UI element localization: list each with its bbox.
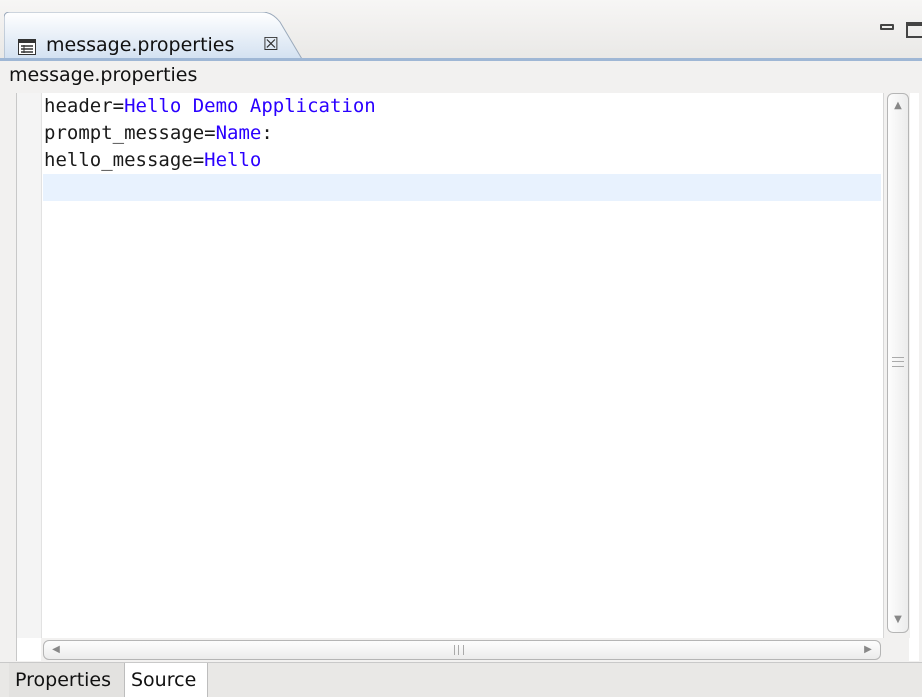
vertical-grip-icon	[892, 357, 904, 367]
editor-tab-message-properties[interactable]: message.properties ☒	[4, 12, 304, 59]
close-icon[interactable]: ☒	[262, 35, 280, 55]
properties-file-icon	[18, 39, 36, 55]
property-value-suffix: :	[261, 122, 273, 144]
scroll-down-arrow-icon[interactable]: ▼	[888, 610, 908, 630]
source-line-4-current[interactable]	[43, 174, 881, 201]
source-line-2[interactable]: prompt_message=Name:	[43, 120, 881, 147]
vertical-scrollbar[interactable]: ▲ ▼	[883, 93, 910, 638]
text-area[interactable]: header=Hello Demo Application prompt_mes…	[43, 93, 881, 638]
view-controls	[880, 22, 922, 40]
minimize-icon[interactable]	[880, 24, 894, 30]
property-key: header	[44, 95, 113, 117]
property-key: hello_message	[44, 149, 193, 171]
tab-source[interactable]: Source	[124, 663, 208, 697]
source-editor[interactable]: header=Hello Demo Application prompt_mes…	[16, 93, 919, 661]
editor-page-tabs: Properties Source	[0, 662, 922, 697]
maximize-icon[interactable]	[906, 22, 922, 38]
property-value: Name	[215, 122, 262, 144]
scroll-up-arrow-icon[interactable]: ▲	[888, 96, 908, 116]
source-line-3[interactable]: hello_message=Hello	[43, 147, 881, 174]
horizontal-grip-icon	[454, 645, 464, 655]
property-separator: =	[204, 122, 216, 144]
scroll-left-arrow-icon[interactable]: ◀	[46, 641, 66, 659]
horizontal-scroll-thumb[interactable]: ◀ ▶	[43, 640, 881, 660]
property-separator: =	[112, 95, 125, 117]
horizontal-scrollbar[interactable]: ◀ ▶	[41, 638, 883, 661]
scroll-right-arrow-icon[interactable]: ▶	[858, 641, 878, 659]
scrollbar-corner	[883, 638, 909, 661]
vertical-scroll-thumb[interactable]: ▲ ▼	[887, 93, 909, 633]
left-ruler	[17, 93, 42, 638]
tab-underline	[0, 58, 922, 61]
property-value: Hello	[204, 149, 262, 171]
editor-tab-strip: message.properties ☒	[0, 0, 922, 61]
property-value: Hello Demo Application	[124, 95, 376, 117]
tab-properties[interactable]: Properties	[9, 663, 124, 697]
source-line-1[interactable]: header=Hello Demo Application	[43, 93, 881, 120]
file-title: message.properties	[9, 64, 198, 86]
tab-label: message.properties	[46, 34, 235, 56]
property-separator: =	[192, 149, 205, 171]
property-key: prompt_message	[44, 122, 205, 144]
properties-editor-window: message.properties ☒ message.properties …	[0, 0, 922, 697]
